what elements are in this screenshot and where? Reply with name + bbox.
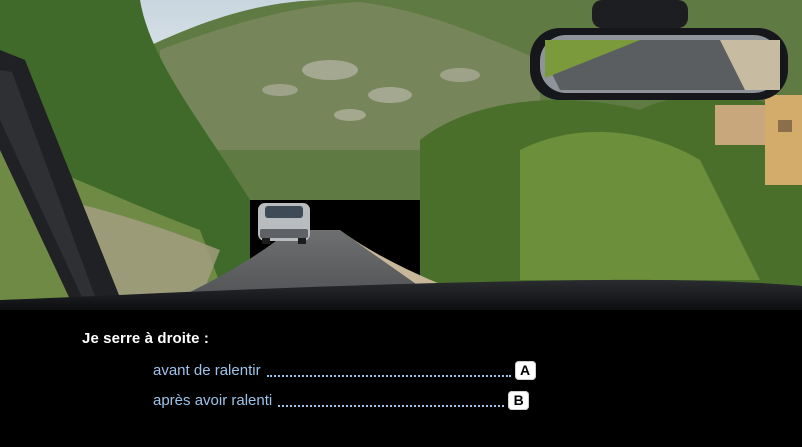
- question-text: Je serre à droite :: [82, 330, 209, 347]
- answer-key-badge[interactable]: B: [508, 390, 530, 410]
- answer-key-badge[interactable]: A: [514, 360, 536, 380]
- dotted-leader: [266, 374, 511, 377]
- dotted-leader: [278, 404, 505, 407]
- driving-scene-photo: [0, 0, 802, 310]
- answer-label: avant de ralentir: [153, 361, 261, 379]
- question-panel: Je serre à droite : avant de ralentir A …: [0, 310, 802, 447]
- answer-option-a[interactable]: avant de ralentir A: [153, 360, 536, 380]
- answer-option-b[interactable]: après avoir ralenti B: [153, 390, 530, 410]
- answer-label: après avoir ralenti: [153, 391, 273, 409]
